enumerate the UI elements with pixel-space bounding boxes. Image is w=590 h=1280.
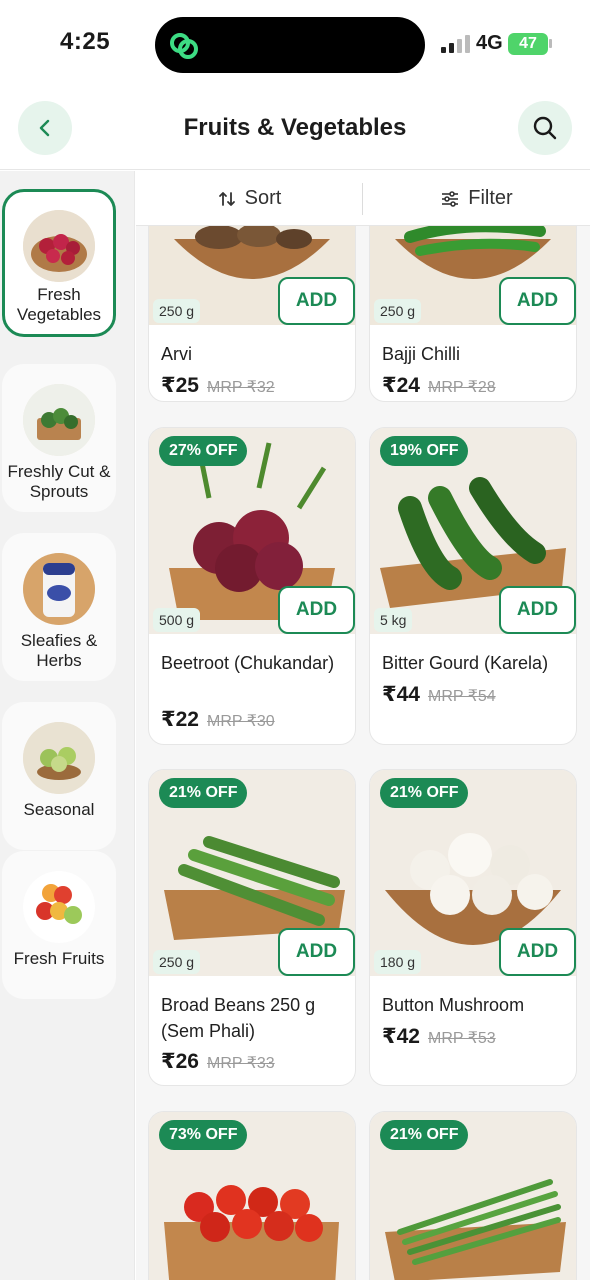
price-row: ₹44 MRP ₹54 (382, 682, 496, 707)
product-price: ₹24 (382, 374, 420, 397)
seasonal-fruit-image (23, 722, 95, 794)
weight-tag: 250 g (374, 299, 422, 323)
discount-badge: 27% OFF (159, 436, 248, 466)
page-title: Fruits & Vegetables (183, 114, 407, 141)
price-row: ₹26 MRP ₹33 (161, 1049, 275, 1074)
sidebar-item-fresh-fruits[interactable]: Fresh Fruits (2, 851, 116, 999)
sidebar-item-sleafies-herbs[interactable]: Sleafies & Herbs (2, 533, 116, 681)
add-to-cart-button[interactable]: ADD (499, 277, 576, 325)
sidebar-item-label: Seasonal (23, 800, 95, 819)
price-row: ₹25 MRP ₹32 (161, 373, 275, 398)
product-mrp: MRP ₹28 (427, 379, 496, 396)
discount-badge: 73% OFF (159, 1120, 248, 1150)
product-price: ₹26 (161, 1050, 199, 1073)
product-price: ₹42 (382, 1025, 420, 1048)
add-to-cart-button[interactable]: ADD (278, 277, 355, 325)
add-to-cart-button[interactable]: ADD (499, 586, 576, 634)
weight-tag: 5 kg (374, 608, 413, 632)
status-bar: 4:25 4G 47 (0, 0, 590, 90)
product-price: ₹25 (161, 374, 199, 397)
product-card-tomato[interactable]: 73% OFF (148, 1111, 356, 1280)
product-name: Bitter Gourd (Karela) (382, 653, 549, 673)
product-price: ₹44 (382, 683, 420, 706)
product-mrp: MRP ₹53 (427, 1030, 496, 1047)
product-image: 73% OFF (149, 1112, 355, 1280)
sidebar-item-freshly-cut-sprouts[interactable]: Freshly Cut & Sprouts (2, 364, 116, 512)
product-card-button-mushroom[interactable]: 21% OFF 180 g ADD Button Mushroom ₹42 MR… (369, 769, 577, 1086)
battery-icon: 47 (508, 33, 548, 55)
product-name: Bajji Chilli (382, 344, 461, 364)
sort-button[interactable]: Sort (136, 171, 362, 226)
product-card-broad-beans[interactable]: 21% OFF 250 g ADD Broad Beans 250 g (Sem… (148, 769, 356, 1086)
sidebar-item-fresh-vegetables[interactable]: Fresh Vegetables (2, 189, 116, 337)
search-icon (533, 116, 557, 140)
dynamic-island (155, 17, 425, 73)
product-card-bitter-gourd[interactable]: 19% OFF 5 kg ADD Bitter Gourd (Karela) ₹… (369, 427, 577, 745)
filter-button[interactable]: Filter (363, 171, 590, 226)
product-card-beetroot[interactable]: 27% OFF 500 g ADD Beetroot (Chukandar) ₹… (148, 427, 356, 745)
filter-sliders-icon (442, 190, 459, 207)
discount-badge: 21% OFF (159, 778, 248, 808)
broccoli-board-image (23, 384, 95, 456)
product-mrp: MRP ₹30 (206, 713, 275, 730)
sort-label: Sort (244, 187, 282, 209)
sidebar-item-label: Fresh Vegetables (16, 285, 102, 324)
network-label: 4G (476, 32, 503, 54)
product-card-arvi[interactable]: 250 g ADD Arvi ₹25 MRP ₹32 (148, 226, 356, 402)
sidebar-item-seasonal[interactable]: Seasonal (2, 702, 116, 850)
product-name: Arvi (161, 344, 192, 364)
add-to-cart-button[interactable]: ADD (499, 928, 576, 976)
product-mrp: MRP ₹54 (427, 688, 496, 705)
sidebar-item-label: Freshly Cut & Sprouts (7, 462, 111, 501)
radish-bowl-image (23, 210, 95, 282)
signal-icon (441, 35, 471, 53)
category-sidebar: Fresh Vegetables Freshly Cut & Sprouts S… (0, 171, 135, 1280)
price-row: ₹24 MRP ₹28 (382, 373, 496, 398)
status-time: 4:25 (60, 28, 111, 55)
product-card-beans[interactable]: 21% OFF (369, 1111, 577, 1280)
product-name: Beetroot (Chukandar) (161, 653, 335, 673)
sort-icon (218, 191, 235, 206)
sort-filter-bar: Sort Filter (136, 171, 590, 226)
sidebar-item-label: Fresh Fruits (13, 949, 105, 968)
sidebar-item-label: Sleafies & Herbs (20, 631, 98, 670)
product-name: Button Mushroom (382, 995, 525, 1015)
weight-tag: 500 g (153, 608, 201, 632)
weight-tag: 250 g (153, 950, 201, 974)
product-price: ₹22 (161, 708, 199, 731)
price-row: ₹22 MRP ₹30 (161, 707, 275, 732)
discount-badge: 19% OFF (380, 436, 469, 466)
discount-badge: 21% OFF (380, 778, 469, 808)
add-to-cart-button[interactable]: ADD (278, 928, 355, 976)
herb-pack-image (23, 553, 95, 625)
app-link-icon (170, 33, 198, 59)
add-to-cart-button[interactable]: ADD (278, 586, 355, 634)
product-mrp: MRP ₹33 (206, 1055, 275, 1072)
product-card-bajji-chilli[interactable]: 250 g ADD Bajji Chilli ₹24 MRP ₹28 (369, 226, 577, 402)
price-row: ₹42 MRP ₹53 (382, 1024, 496, 1049)
product-grid: 250 g ADD Arvi ₹25 MRP ₹32 250 g ADD Baj… (136, 226, 590, 1280)
app-header: Fruits & Vegetables (0, 90, 590, 170)
product-mrp: MRP ₹32 (206, 379, 275, 396)
fresh-fruits-image (23, 871, 95, 943)
product-image: 21% OFF (370, 1112, 576, 1280)
weight-tag: 180 g (374, 950, 422, 974)
battery-cap (549, 39, 552, 48)
weight-tag: 250 g (153, 299, 201, 323)
product-name: Broad Beans 250 g (Sem Phali) (161, 995, 316, 1041)
filter-label: Filter (468, 187, 513, 209)
discount-badge: 21% OFF (380, 1120, 469, 1150)
search-button[interactable] (518, 101, 572, 155)
